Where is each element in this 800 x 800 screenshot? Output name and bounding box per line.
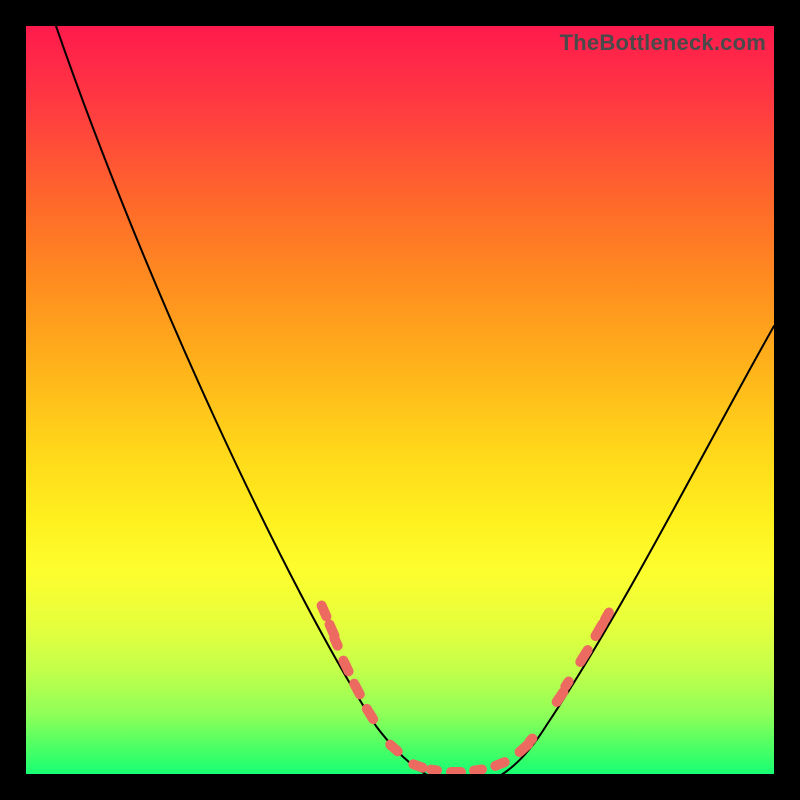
curve-marker <box>347 677 366 701</box>
curve-path <box>56 26 774 774</box>
curve-marker <box>407 758 429 774</box>
curve-layer <box>26 26 774 774</box>
curve-path-group <box>56 26 774 774</box>
curve-marker <box>315 599 333 623</box>
curve-marker <box>573 643 594 669</box>
curve-markers <box>315 599 616 774</box>
plot-area: TheBottleneck.com <box>26 26 774 774</box>
curve-marker <box>468 764 487 774</box>
curve-marker <box>425 764 442 774</box>
chart-frame: TheBottleneck.com <box>0 0 800 800</box>
curve-marker <box>446 767 466 774</box>
